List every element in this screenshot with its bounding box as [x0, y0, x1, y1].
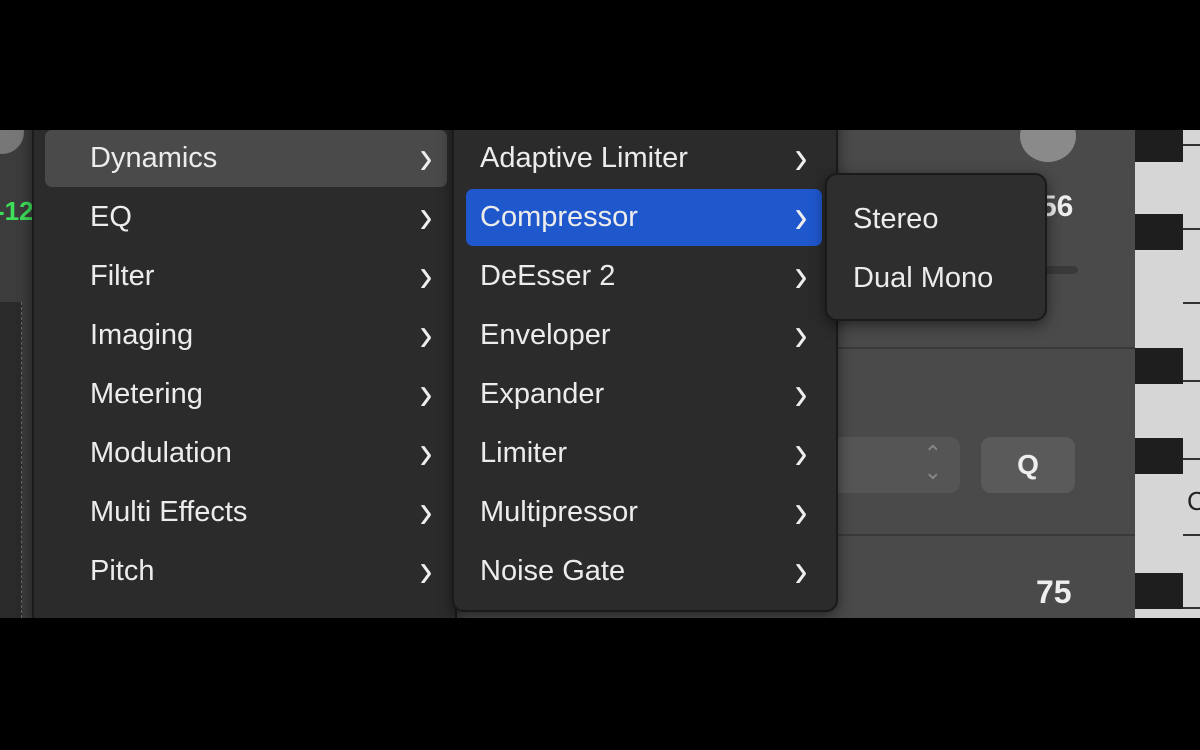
menu-item-label: EQ — [90, 201, 132, 233]
menu-item-dynamics[interactable]: Dynamics › — [45, 130, 447, 187]
menu-item-label: DeEsser 2 — [480, 260, 616, 292]
menu-item-label: Dynamics — [90, 142, 218, 174]
menu-item-compressor[interactable]: Compressor › — [466, 189, 822, 246]
key-divider — [1183, 228, 1200, 230]
menu-item-imaging[interactable]: Imaging › — [45, 307, 447, 364]
menu-item-label: Adaptive Limiter — [480, 142, 688, 174]
menu-item-eq[interactable]: EQ › — [45, 189, 447, 246]
menu-item-label: Compressor — [480, 201, 638, 233]
q-button[interactable]: Q — [981, 437, 1075, 493]
chevron-right-icon: › — [794, 190, 808, 244]
compressor-submenu: Stereo Dual Mono — [825, 173, 1047, 321]
chevron-right-icon: › — [794, 485, 808, 539]
key-divider — [1183, 380, 1200, 382]
menu-item-enveloper[interactable]: Enveloper › — [466, 307, 822, 364]
menu-item-label: Pitch — [90, 555, 155, 587]
chevron-right-icon: › — [794, 308, 808, 362]
meter-value: -12 — [0, 196, 34, 226]
menu-item-label: Enveloper — [480, 319, 611, 351]
menu-item-expander[interactable]: Expander › — [466, 366, 822, 423]
menu-item-label: Metering — [90, 378, 203, 410]
black-key[interactable] — [1135, 573, 1183, 609]
value-readout: 75 — [1036, 574, 1072, 610]
level-meter — [0, 302, 22, 618]
chevron-right-icon: › — [419, 426, 433, 480]
chevron-right-icon: › — [794, 367, 808, 421]
chevron-right-icon: › — [794, 249, 808, 303]
menu-item-label: Expander — [480, 378, 605, 410]
menu-item-label: Dual Mono — [853, 262, 994, 294]
chevron-right-icon: › — [419, 485, 433, 539]
channel-strip: -12 — [0, 130, 34, 618]
chevron-right-icon: › — [794, 544, 808, 598]
black-key[interactable] — [1135, 214, 1183, 250]
divider — [838, 347, 1135, 349]
menu-item-modulation[interactable]: Modulation › — [45, 425, 447, 482]
black-key[interactable] — [1135, 348, 1183, 384]
key-divider — [1183, 302, 1200, 304]
menu-item-label: Imaging — [90, 319, 194, 351]
plugin-category-menu: Dynamics › EQ › Filter › Imaging › Metering › Modu… — [32, 130, 457, 618]
menu-item-multipressor[interactable]: Multipressor › — [466, 484, 822, 541]
menu-item-pitch[interactable]: Pitch › — [45, 543, 447, 600]
menu-item-label: Multipressor — [480, 496, 638, 528]
menu-item-multi-effects[interactable]: Multi Effects › — [45, 484, 447, 541]
chevron-right-icon: › — [419, 190, 433, 244]
chevron-right-icon: › — [794, 131, 808, 185]
menu-item-label: Stereo — [853, 203, 939, 235]
menu-item-stereo[interactable]: Stereo — [835, 191, 1037, 248]
chevron-right-icon: › — [419, 367, 433, 421]
menu-item-label: Filter — [90, 260, 155, 292]
chevron-right-icon: › — [419, 544, 433, 598]
up-down-chevron-icon: ⌃ ⌄ — [923, 441, 942, 484]
divider — [838, 534, 1135, 536]
menu-item-label: Modulation — [90, 437, 232, 469]
black-key[interactable] — [1135, 130, 1183, 162]
menu-item-noise-gate[interactable]: Noise Gate › — [466, 543, 822, 600]
menu-item-deesser-2[interactable]: DeEsser 2 › — [466, 248, 822, 305]
menu-item-label: Noise Gate — [480, 555, 626, 587]
key-divider — [1183, 607, 1200, 609]
black-key[interactable] — [1135, 438, 1183, 474]
chevron-right-icon: › — [419, 249, 433, 303]
octave-label: C — [1187, 486, 1200, 516]
chevron-right-icon: › — [419, 308, 433, 362]
dynamics-submenu: Adaptive Limiter › Compressor › DeEsser 2 › En… — [452, 130, 838, 612]
chevron-right-icon: › — [794, 426, 808, 480]
piano-keyboard[interactable]: C — [1135, 130, 1200, 618]
slider-knob[interactable] — [1020, 130, 1076, 162]
menu-item-adaptive-limiter[interactable]: Adaptive Limiter › — [466, 130, 822, 187]
menu-item-filter[interactable]: Filter › — [45, 248, 447, 305]
key-divider — [1183, 534, 1200, 536]
key-divider — [1183, 144, 1200, 146]
key-divider — [1183, 458, 1200, 460]
menu-item-metering[interactable]: Metering › — [45, 366, 447, 423]
dropdown-select[interactable]: ⌃ ⌄ — [820, 437, 960, 493]
logic-pro-window: -12 56 ⌃⌄ Q 75 C Dynamics›EQ›Filter›Imag… — [0, 130, 1200, 618]
menu-item-label: Multi Effects — [90, 496, 248, 528]
menu-item-limiter[interactable]: Limiter › — [466, 425, 822, 482]
knob[interactable] — [0, 130, 24, 154]
menu-item-label: Limiter — [480, 437, 568, 469]
chevron-right-icon: › — [419, 131, 433, 185]
menu-item-dual-mono[interactable]: Dual Mono — [835, 250, 1037, 307]
